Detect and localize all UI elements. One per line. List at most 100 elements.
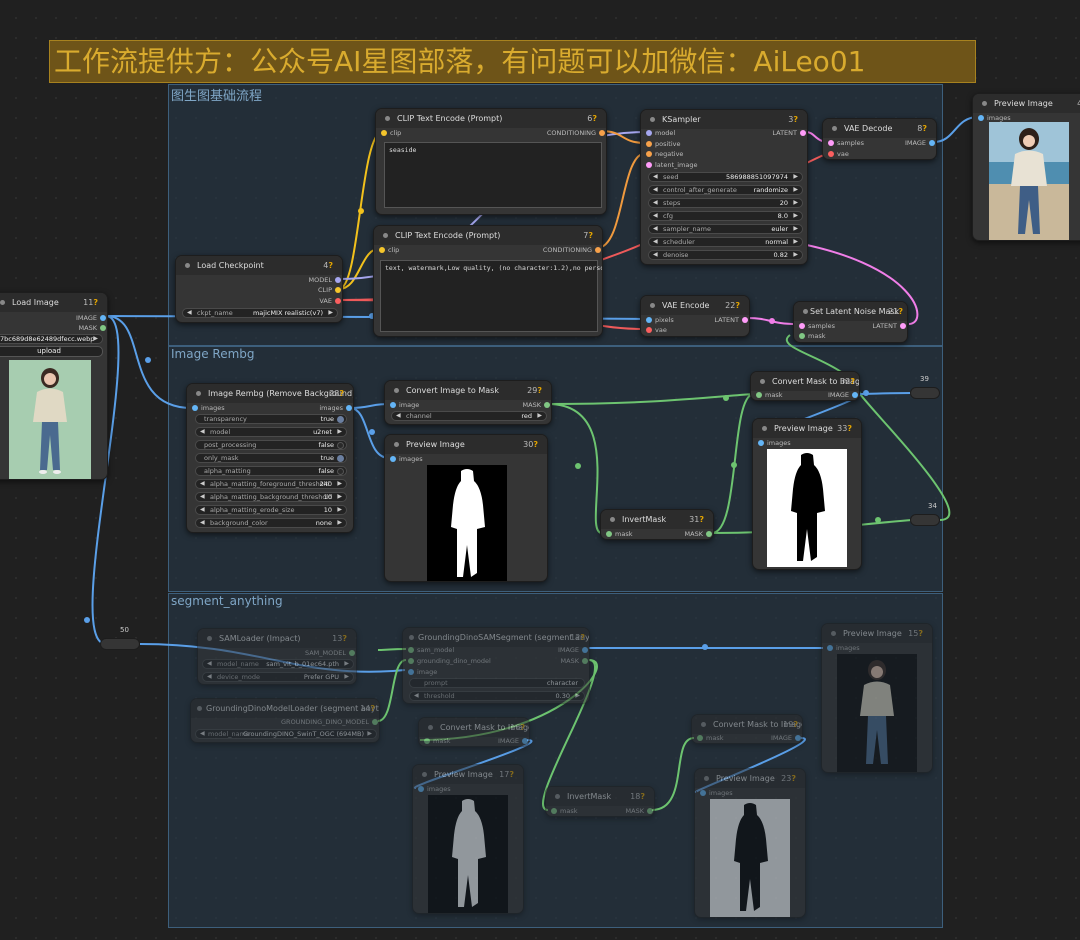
reroute-39[interactable]: [910, 387, 940, 399]
background-color-select[interactable]: ◀ background_color none ▶: [195, 518, 347, 528]
output-image[interactable]: IMAGE: [479, 736, 529, 746]
node-groundingdino-model-loader[interactable]: GroundingDinoModelLoader (segment anythi…: [190, 698, 380, 743]
node-header[interactable]: Preview Image 23?: [695, 769, 805, 788]
node-ksampler[interactable]: KSampler 3? model positive negative laten…: [640, 109, 808, 265]
node-set-latent-noise-mask[interactable]: Set Latent Noise Mask 21? samples mask LA…: [793, 301, 908, 343]
node-header[interactable]: CLIP Text Encode (Prompt) 6?: [376, 109, 606, 128]
node-header[interactable]: Load Image 11?: [0, 293, 107, 312]
output-latent[interactable]: LATENT: [857, 321, 907, 331]
input-pixels[interactable]: pixels: [644, 315, 674, 325]
input-images[interactable]: images: [190, 403, 225, 413]
node-clip-text-encode-positive[interactable]: CLIP Text Encode (Prompt) 6? clip CONDITI…: [375, 108, 607, 215]
input-grounding-dino-model[interactable]: grounding_dino_model: [406, 656, 491, 666]
reroute-34[interactable]: [910, 514, 940, 526]
output-conditioning[interactable]: CONDITIONING: [516, 128, 606, 138]
node-convert-image-to-mask[interactable]: Convert Image to Mask 29? image MASK ◀ cha…: [384, 380, 552, 425]
output-images[interactable]: images: [303, 403, 353, 413]
node-header[interactable]: CLIP Text Encode (Prompt) 7?: [374, 226, 602, 245]
output-mask[interactable]: MASK: [539, 656, 589, 666]
node-header[interactable]: Preview Image40?: [973, 94, 1080, 113]
input-positive[interactable]: positive: [644, 139, 681, 149]
node-header[interactable]: Convert Mask to Image 32?: [751, 372, 859, 391]
node-convert-mask-to-image-19[interactable]: Convert Mask to Image 19? mask IMAGE: [691, 714, 803, 744]
input-samples[interactable]: samples: [826, 138, 864, 148]
input-vae[interactable]: vae: [644, 325, 667, 335]
node-preview-image-40[interactable]: Preview Image40? images: [972, 93, 1080, 241]
node-vae-encode[interactable]: VAE Encode 22? pixels vae LATENT: [640, 295, 750, 337]
threshold-widget[interactable]: ◀ threshold 0.30 ▶: [409, 691, 585, 701]
input-image[interactable]: image: [388, 400, 419, 410]
node-header[interactable]: Preview Image 15?: [822, 624, 932, 643]
upload-button[interactable]: upload: [0, 346, 103, 357]
output-model[interactable]: MODEL: [262, 275, 342, 285]
input-mask[interactable]: mask: [422, 736, 450, 746]
input-samples[interactable]: samples: [797, 321, 835, 331]
output-sam-model[interactable]: SAM_MODEL: [276, 648, 356, 658]
node-convert-mask-to-image-16[interactable]: Convert Mask to Image 16? mask IMAGE: [418, 717, 530, 747]
output-mask[interactable]: MASK: [501, 400, 551, 410]
node-header[interactable]: KSampler 3?: [641, 110, 807, 129]
sampler-name-widget[interactable]: ◀ sampler_name euler ▶: [648, 224, 803, 234]
ckpt-name-select[interactable]: ◀ ckpt_name majicMIX realistic(v7) ▶: [182, 308, 338, 318]
alpha-matting-background-threshold-widget[interactable]: ◀ alpha_matting_background_threshold 10 ▶: [195, 492, 347, 502]
output-image[interactable]: IMAGE: [752, 733, 802, 743]
output-latent[interactable]: LATENT: [747, 128, 807, 138]
input-sam-model[interactable]: sam_model: [406, 645, 454, 655]
control-after-generate-widget[interactable]: ◀ control_after_generate randomize ▶: [648, 185, 803, 195]
reroute-50[interactable]: [100, 638, 140, 650]
input-images[interactable]: images: [388, 454, 423, 464]
input-mask[interactable]: mask: [695, 733, 723, 743]
output-conditioning[interactable]: CONDITIONING: [512, 245, 602, 255]
output-image[interactable]: IMAGE: [47, 313, 107, 323]
node-invert-mask-31[interactable]: InvertMask 31? mask MASK: [600, 509, 714, 540]
model-name-select[interactable]: ◀ model_name sam_vit_b_01ec64.pth ▶: [202, 659, 354, 669]
prompt-textarea[interactable]: text, watermark,Low quality, (no charact…: [380, 260, 602, 332]
steps-widget[interactable]: ◀ steps 20 ▶: [648, 198, 803, 208]
input-clip[interactable]: clip: [379, 128, 401, 138]
node-preview-image-23[interactable]: Preview Image 23? images: [694, 768, 806, 918]
input-mask[interactable]: mask: [604, 529, 632, 539]
transparency-toggle[interactable]: transparency true: [195, 414, 347, 424]
output-clip[interactable]: CLIP: [262, 285, 342, 295]
node-header[interactable]: Convert Mask to Image 19?: [692, 715, 802, 734]
input-images[interactable]: images: [698, 788, 733, 798]
node-invert-mask-18[interactable]: InvertMask 18? mask MASK: [545, 786, 655, 817]
node-header[interactable]: GroundingDinoModelLoader (segment anythi…: [191, 699, 379, 718]
input-mask[interactable]: mask: [549, 806, 577, 816]
node-header[interactable]: Preview Image 17?: [413, 765, 523, 784]
only-mask-toggle[interactable]: only_mask true: [195, 453, 347, 463]
node-groundingdino-sam-segment[interactable]: GroundingDinoSAMSegment (segment anythin…: [402, 627, 590, 704]
output-mask[interactable]: MASK: [604, 806, 654, 816]
alpha-matting-toggle[interactable]: alpha_matting false: [195, 466, 347, 476]
node-preview-image-33[interactable]: Preview Image 33? images: [752, 418, 862, 570]
prompt-input[interactable]: prompt character: [409, 678, 585, 688]
output-latent[interactable]: LATENT: [699, 315, 749, 325]
node-header[interactable]: Set Latent Noise Mask 21?: [794, 302, 907, 321]
input-negative[interactable]: negative: [644, 149, 683, 159]
node-header[interactable]: Load Checkpoint 4?: [176, 256, 342, 275]
scheduler-widget[interactable]: ◀ scheduler normal ▶: [648, 237, 803, 247]
input-model[interactable]: model: [644, 128, 675, 138]
output-mask[interactable]: MASK: [663, 529, 713, 539]
input-clip[interactable]: clip: [377, 245, 399, 255]
node-header[interactable]: Preview Image 33?: [753, 419, 861, 438]
input-images[interactable]: images: [825, 643, 860, 653]
cfg-widget[interactable]: ◀ cfg 8.0 ▶: [648, 211, 803, 221]
model-select[interactable]: ◀ model u2net ▶: [195, 427, 347, 437]
image-select[interactable]: 7bc689d8e62489dfecc.webp ▶: [0, 334, 103, 344]
output-grounding-dino-model[interactable]: GROUNDING_DINO_MODEL: [269, 717, 379, 727]
input-images[interactable]: images: [416, 784, 451, 794]
output-image[interactable]: IMAGE: [809, 390, 859, 400]
node-header[interactable]: InvertMask 31?: [601, 510, 713, 529]
node-header[interactable]: Convert Mask to Image 16?: [419, 718, 529, 737]
output-image[interactable]: IMAGE: [886, 138, 936, 148]
input-images[interactable]: images: [756, 438, 791, 448]
node-clip-text-encode-negative[interactable]: CLIP Text Encode (Prompt) 7? clip CONDITI…: [373, 225, 603, 337]
post-processing-toggle[interactable]: post_processing false: [195, 440, 347, 450]
node-header[interactable]: SAMLoader (Impact) 13?: [198, 629, 356, 648]
node-header[interactable]: VAE Decode 8?: [823, 119, 936, 138]
alpha-matting-erode-size-widget[interactable]: ◀ alpha_matting_erode_size 10 ▶: [195, 505, 347, 515]
seed-widget[interactable]: ◀ seed 586988851097974 ▶: [648, 172, 803, 182]
device-mode-select[interactable]: ◀ device_mode Prefer GPU ▶: [202, 672, 354, 682]
node-preview-image-30[interactable]: Preview Image 30? images: [384, 434, 548, 582]
